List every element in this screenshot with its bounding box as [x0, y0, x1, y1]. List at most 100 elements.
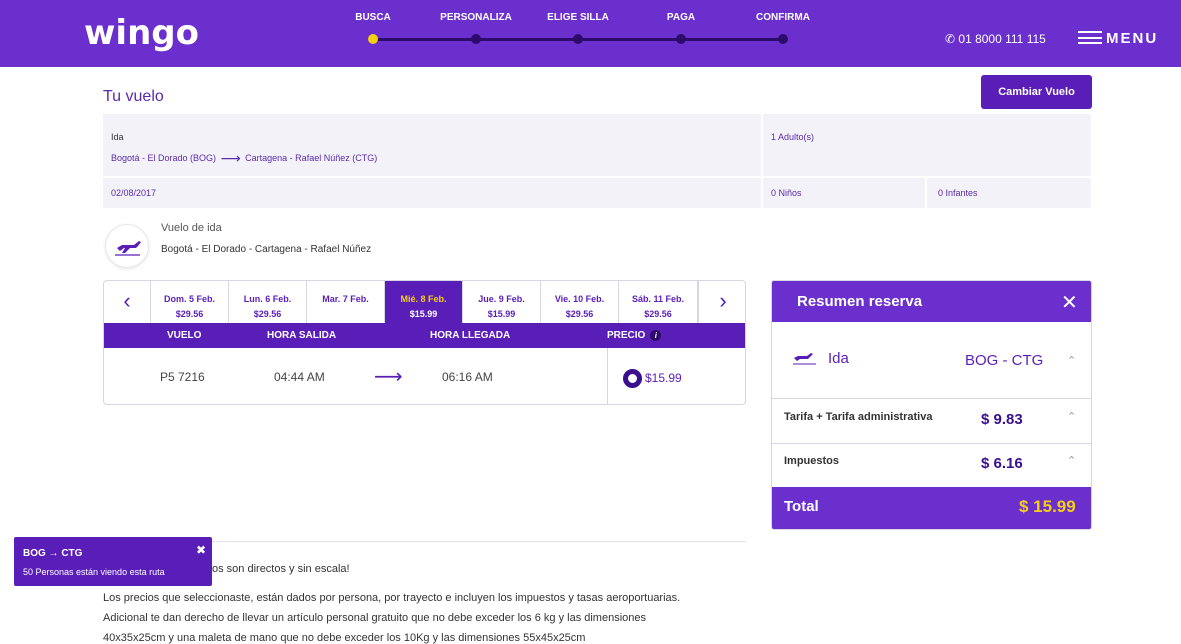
tarifa-value: $ 9.83 — [981, 411, 1023, 428]
step-label: ELIGE SILLA — [547, 12, 609, 23]
step-dot — [573, 34, 583, 44]
arrow-right-icon: ⟶ — [374, 366, 403, 388]
summary-ida-label: Ida — [828, 350, 849, 367]
booking-steps: BUSCA PERSONALIZA ELIGE SILLA PAGA CONFI… — [355, 12, 810, 52]
chevron-up-icon[interactable]: ⌃ — [1067, 410, 1076, 423]
flight-selector: ‹ Dom. 5 Feb. $29.56 Lun. 6 Feb. $29.56 … — [103, 280, 746, 405]
price-cell[interactable]: $15.99 — [607, 348, 745, 404]
date-label: Sáb. 11 Feb. — [631, 294, 685, 304]
close-icon[interactable]: ✖ — [196, 543, 206, 557]
note-line: Los precios que seleccionaste, están dad… — [103, 592, 681, 604]
summary-impuestos-row[interactable]: Impuestos $ 6.16 ⌃ — [772, 444, 1091, 488]
price-radio[interactable] — [623, 369, 642, 388]
prev-dates-chevron-left-icon[interactable]: ‹ — [104, 281, 151, 323]
destination-text: Cartagena - Rafael Núñez (CTG) — [245, 153, 378, 163]
date-tab[interactable]: Vie. 10 Feb. $29.56 — [541, 281, 619, 323]
col-precio-label: PRECIO — [607, 330, 646, 341]
note-line: 40x35x25cm y una maleta de mano que no d… — [103, 632, 586, 644]
infants-count: 0 Infantes — [938, 188, 978, 198]
table-header: VUELO HORA SALIDA HORA LLEGADA PRECIO i — [104, 323, 745, 348]
step-confirma: CONFIRMA — [743, 12, 823, 44]
date-tab[interactable]: Jue. 9 Feb. $15.99 — [463, 281, 541, 323]
menu-label: MENU — [1106, 30, 1159, 47]
date-tab-selected[interactable]: Mié. 8 Feb. $15.99 — [385, 281, 463, 323]
outbound-flight-route: Bogotá - El Dorado - Cartagena - Rafael … — [161, 244, 372, 255]
total-value: $ 15.99 — [1019, 497, 1076, 516]
step-label: BUSCA — [355, 12, 391, 23]
date-price: $29.56 — [253, 309, 282, 319]
date-label: Mié. 8 Feb. — [400, 294, 447, 304]
step-elige-silla: ELIGE SILLA — [538, 12, 618, 44]
date-tab[interactable]: Lun. 6 Feb. $29.56 — [229, 281, 307, 323]
flight-number: P5 7216 — [160, 370, 205, 384]
step-label: PAGA — [666, 12, 696, 23]
summary-header: Resumen reserva ✕ — [772, 281, 1091, 322]
step-dot — [368, 34, 378, 44]
phone-icon: ✆ — [945, 32, 956, 46]
arrow-right-icon: ⟶ — [220, 150, 241, 166]
date-price: $15.99 — [409, 309, 438, 319]
trip-type-label: Ida — [111, 132, 124, 142]
booking-summary: Resumen reserva ✕ Ida BOG - CTG ⌃ Tarifa… — [771, 280, 1092, 530]
step-dot — [778, 34, 788, 44]
date-label: Jue. 9 Feb. — [478, 294, 525, 304]
summary-ida-row[interactable]: Ida BOG - CTG ⌃ — [772, 322, 1091, 399]
date-price: $29.56 — [565, 309, 594, 319]
info-icon[interactable]: i — [650, 330, 662, 341]
close-icon[interactable]: ✕ — [1061, 290, 1078, 315]
date-tab[interactable]: Dom. 5 Feb. $29.56 — [151, 281, 229, 323]
step-dot — [471, 34, 481, 44]
route-viewers-toast: BOG → CTG 50 Personas están viendo esta … — [14, 537, 212, 586]
summary-title: Resumen reserva — [797, 293, 923, 310]
children-count: 0 Niños — [771, 188, 802, 198]
trip-summary-box: Ida Bogotá - El Dorado (BOG) ⟶ Cartagena… — [103, 114, 1091, 208]
date-label: Dom. 5 Feb. — [163, 294, 215, 304]
tarifa-label: Tarifa + Tarifa administrativa — [784, 411, 933, 423]
next-dates-chevron-right-icon[interactable]: › — [698, 281, 745, 323]
outbound-flight-title: Vuelo de ida — [161, 222, 222, 234]
flight-price: $15.99 — [645, 371, 682, 385]
chevron-up-icon[interactable]: ⌃ — [1067, 354, 1076, 367]
step-label: CONFIRMA — [756, 12, 810, 23]
step-personaliza: PERSONALIZA — [436, 12, 516, 44]
summary-tarifa-row[interactable]: Tarifa + Tarifa administrativa $ 9.83 ⌃ — [772, 400, 1091, 444]
toast-route: BOG → CTG — [23, 548, 83, 559]
col-hora-salida: HORA SALIDA — [267, 330, 337, 341]
trip-route: Bogotá - El Dorado (BOG) ⟶ Cartagena - R… — [111, 150, 377, 167]
step-label: PERSONALIZA — [440, 12, 512, 23]
date-tab[interactable]: Mar. 7 Feb. — [307, 281, 385, 323]
page-title: Tu vuelo — [103, 88, 164, 105]
divider — [925, 178, 927, 208]
date-price: $29.56 — [175, 309, 204, 319]
step-busca: BUSCA — [333, 12, 413, 44]
top-navbar: wingo BUSCA PERSONALIZA ELIGE SILLA PAGA… — [0, 0, 1181, 67]
phone-number[interactable]: ✆ 01 8000 111 115 — [945, 32, 1046, 46]
origin-text: Bogotá - El Dorado (BOG) — [111, 153, 217, 163]
trip-date: 02/08/2017 — [111, 188, 157, 198]
impuestos-label: Impuestos — [784, 455, 840, 467]
step-dot — [676, 34, 686, 44]
toast-message: 50 Personas están viendo esta ruta — [23, 567, 165, 577]
departure-time: 04:44 AM — [274, 370, 325, 384]
hamburger-icon — [1078, 31, 1102, 44]
change-flight-button[interactable]: Cambiar Vuelo — [981, 75, 1092, 109]
phone-text: 01 8000 111 115 — [958, 32, 1046, 46]
chevron-up-icon[interactable]: ⌃ — [1067, 454, 1076, 467]
plane-icon — [105, 224, 149, 268]
col-precio: PRECIO i — [607, 330, 662, 341]
wingo-logo[interactable]: wingo — [84, 13, 199, 53]
table-row[interactable]: P5 7216 04:44 AM ⟶ 06:16 AM $15.99 — [104, 348, 745, 404]
adults-count: 1 Adulto(s) — [771, 132, 815, 142]
date-label: Lun. 6 Feb. — [243, 294, 292, 304]
menu-button[interactable]: MENU — [1078, 30, 1158, 47]
date-label: Mar. 7 Feb. — [322, 294, 369, 304]
date-price: $29.56 — [644, 309, 672, 319]
col-vuelo: VUELO — [167, 330, 202, 341]
date-tab[interactable]: Sáb. 11 Feb. $29.56 — [619, 281, 698, 323]
summary-total-row: Total $ 15.99 — [772, 487, 1091, 529]
date-price: $15.99 — [487, 309, 516, 319]
divider — [761, 114, 763, 208]
summary-route: BOG - CTG — [965, 352, 1044, 369]
total-label: Total — [784, 498, 819, 515]
date-label: Vie. 10 Feb. — [554, 294, 605, 304]
